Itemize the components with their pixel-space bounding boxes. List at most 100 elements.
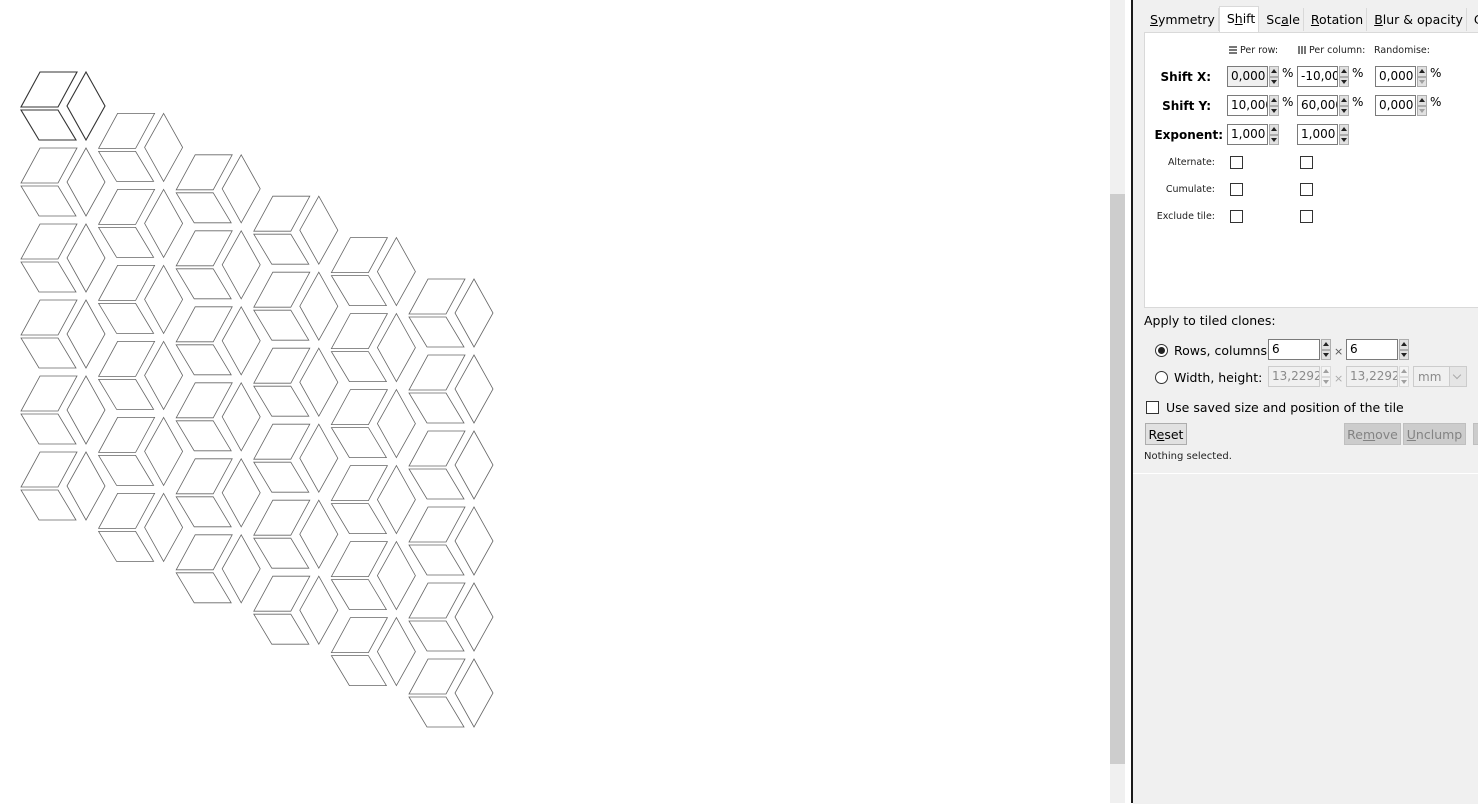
rows-columns-option[interactable]: Rows, columns:: [1155, 339, 1271, 361]
bottom-rhombus[interactable]: [20, 185, 77, 217]
side-rhombus[interactable]: [376, 312, 416, 383]
top-rhombus[interactable]: [330, 617, 389, 653]
bottom-rhombus[interactable]: [253, 385, 310, 417]
exclude-tile-per-row-checkbox[interactable]: [1230, 210, 1243, 223]
top-rhombus[interactable]: [330, 541, 389, 577]
increment-arrow-icon[interactable]: [1417, 66, 1427, 77]
tile-clone[interactable]: [408, 506, 494, 576]
alternate-per-row-checkbox[interactable]: [1230, 156, 1243, 169]
use-saved-size-checkbox[interactable]: [1146, 401, 1159, 414]
decrement-arrow-icon[interactable]: [1417, 76, 1427, 87]
bottom-rhombus[interactable]: [97, 302, 155, 334]
exclude-tile-per-column-checkbox[interactable]: [1300, 210, 1313, 223]
remove-button[interactable]: Remove: [1344, 423, 1401, 445]
tab-rotation[interactable]: Rotation: [1303, 8, 1368, 31]
cumulate-per-column-checkbox[interactable]: [1300, 183, 1313, 196]
original-tile[interactable]: [20, 70, 106, 142]
decrement-arrow-icon[interactable]: [1321, 349, 1331, 360]
shift-y-randomise-input[interactable]: 0,000: [1375, 95, 1416, 116]
top-rhombus[interactable]: [253, 499, 311, 536]
top-rhombus[interactable]: [20, 147, 78, 184]
top-rhombus[interactable]: [20, 451, 78, 488]
top-rhombus[interactable]: [20, 299, 78, 336]
tile-clone[interactable]: [20, 223, 106, 293]
increment-arrow-icon[interactable]: [1269, 66, 1279, 77]
side-rhombus[interactable]: [66, 451, 106, 521]
shift-x-per-column-spinner[interactable]: -10,00 %: [1297, 66, 1363, 87]
tile-clone[interactable]: [175, 305, 261, 376]
top-rhombus[interactable]: [175, 154, 233, 191]
tile-clone[interactable]: [408, 582, 494, 652]
side-rhombus[interactable]: [221, 533, 261, 604]
tile-clone[interactable]: [175, 153, 261, 224]
top-rhombus[interactable]: [253, 271, 311, 308]
bottom-rhombus[interactable]: [175, 420, 232, 452]
bottom-rhombus[interactable]: [408, 392, 465, 424]
decrement-arrow-icon[interactable]: [1269, 76, 1279, 87]
shift-y-per-row-spinner[interactable]: 10,000 %: [1227, 95, 1293, 116]
bottom-rhombus[interactable]: [175, 192, 232, 224]
tab-symmetry[interactable]: Symmetry: [1143, 8, 1219, 31]
use-saved-size-option[interactable]: Use saved size and position of the tile: [1146, 400, 1404, 415]
shift-y-randomise-spinner[interactable]: 0,000 %: [1375, 95, 1441, 116]
decrement-arrow-icon[interactable]: [1339, 134, 1349, 145]
shift-y-per-column-spinner[interactable]: 60,000 %: [1297, 95, 1363, 116]
top-rhombus[interactable]: [253, 347, 311, 384]
top-rhombus[interactable]: [253, 195, 311, 232]
tile-clone[interactable]: [97, 264, 184, 335]
side-rhombus[interactable]: [144, 492, 184, 563]
increment-arrow-icon[interactable]: [1339, 95, 1349, 106]
decrement-arrow-icon[interactable]: [1417, 105, 1427, 116]
bottom-rhombus[interactable]: [175, 268, 232, 300]
tile-clone[interactable]: [97, 416, 184, 487]
decrement-arrow-icon[interactable]: [1269, 134, 1279, 145]
tile-clone[interactable]: [330, 312, 416, 383]
chevron-down-icon[interactable]: [1449, 367, 1466, 386]
top-rhombus[interactable]: [330, 465, 389, 502]
tile-clone[interactable]: [97, 492, 184, 563]
tile-clone[interactable]: [175, 381, 261, 452]
rows-spinner[interactable]: 6: [1268, 339, 1331, 360]
top-rhombus[interactable]: [20, 375, 78, 412]
width-spinner[interactable]: 13,2292: [1268, 366, 1331, 387]
width-height-option[interactable]: Width, height:: [1155, 366, 1262, 388]
height-spinner[interactable]: 13,2292: [1346, 366, 1409, 387]
columns-spinner[interactable]: 6: [1346, 339, 1409, 360]
top-rhombus[interactable]: [20, 223, 78, 260]
increment-arrow-icon[interactable]: [1339, 66, 1349, 77]
scrollbar-thumb[interactable]: [1110, 194, 1125, 764]
bottom-rhombus[interactable]: [408, 620, 465, 652]
side-rhombus[interactable]: [454, 658, 494, 728]
bottom-rhombus[interactable]: [97, 150, 155, 182]
tile-clone[interactable]: [253, 575, 339, 646]
bottom-rhombus[interactable]: [175, 572, 232, 604]
shift-x-per-row-spinner[interactable]: 0,000 %: [1227, 66, 1293, 87]
columns-input[interactable]: 6: [1346, 339, 1398, 360]
bottom-rhombus[interactable]: [330, 427, 388, 459]
bottom-rhombus[interactable]: [20, 489, 77, 521]
bottom-rhombus[interactable]: [408, 544, 465, 576]
tile-clone[interactable]: [253, 195, 339, 266]
tile-clone[interactable]: [330, 540, 416, 611]
top-rhombus[interactable]: [330, 389, 389, 426]
increment-arrow-icon[interactable]: [1399, 339, 1409, 350]
tab-colour[interactable]: Colour: [1466, 8, 1478, 31]
top-rhombus[interactable]: [330, 237, 389, 274]
top-rhombus[interactable]: [330, 313, 389, 350]
top-rhombus[interactable]: [408, 278, 466, 315]
tile-clone[interactable]: [408, 430, 494, 500]
side-rhombus[interactable]: [144, 416, 184, 487]
bottom-rhombus[interactable]: [97, 531, 155, 562]
tile-clone[interactable]: [408, 354, 494, 424]
decrement-arrow-icon[interactable]: [1269, 105, 1279, 116]
bottom-rhombus[interactable]: [97, 378, 155, 410]
exponent-per-column-input[interactable]: 1,000: [1297, 124, 1338, 145]
bottom-rhombus[interactable]: [97, 226, 155, 258]
increment-arrow-icon[interactable]: [1269, 95, 1279, 106]
bottom-rhombus[interactable]: [408, 468, 465, 500]
bottom-rhombus[interactable]: [253, 613, 310, 645]
bottom-rhombus[interactable]: [175, 496, 232, 528]
side-rhombus[interactable]: [299, 195, 339, 266]
shift-y-per-column-input[interactable]: 60,000: [1297, 95, 1338, 116]
side-rhombus[interactable]: [299, 347, 339, 418]
